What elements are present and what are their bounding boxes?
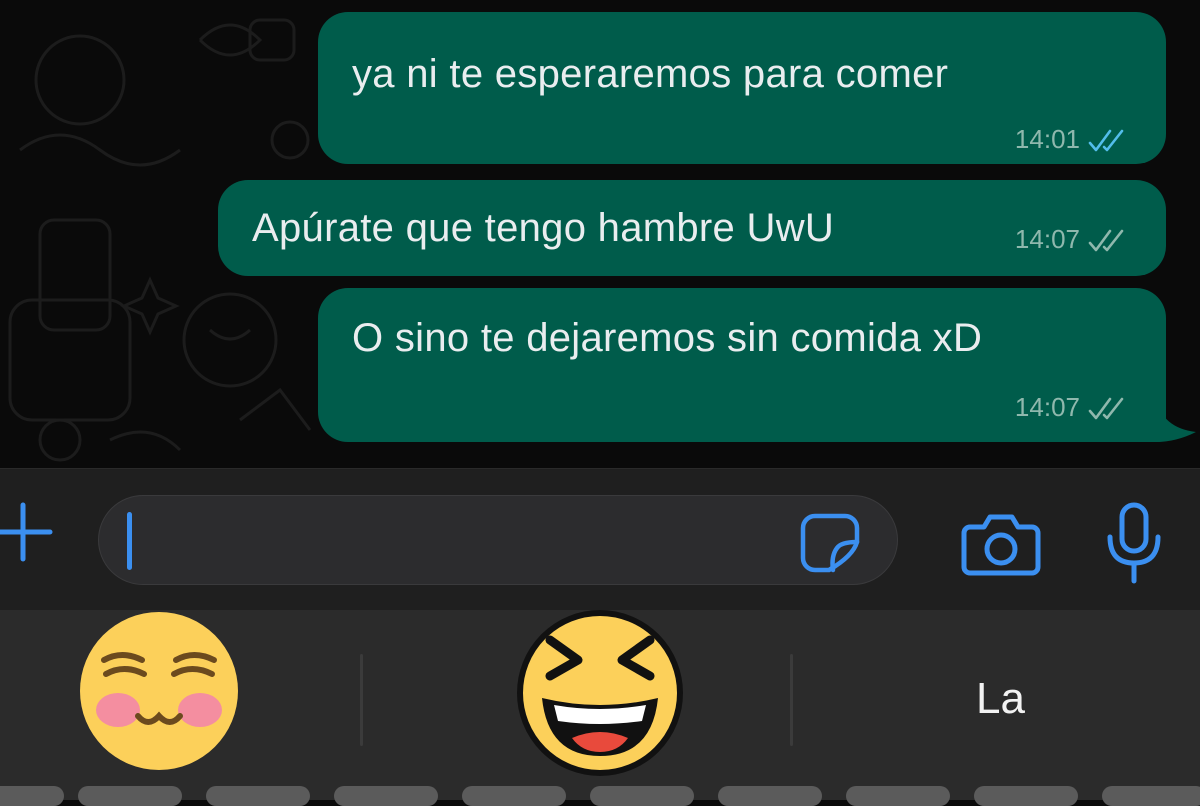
message-composer-bar <box>0 468 1200 611</box>
keyboard-key[interactable] <box>78 786 182 806</box>
message-text: O sino te dejaremos sin comida xD <box>352 316 983 360</box>
keyboard-key[interactable] <box>206 786 310 806</box>
message-bubble[interactable]: ya ni te esperaremos para comer 14:01 <box>318 12 1166 164</box>
word-suggestion[interactable]: La <box>976 674 1025 724</box>
double-check-read-icon <box>1088 127 1130 153</box>
camera-icon[interactable] <box>960 511 1042 577</box>
message-input-field[interactable] <box>98 495 898 585</box>
keyboard-key[interactable] <box>718 786 822 806</box>
message-meta: 14:01 <box>1015 124 1130 155</box>
keyboard-key[interactable] <box>0 786 64 806</box>
message-bubble[interactable]: Apúrate que tengo hambre UwU 14:07 <box>218 180 1166 276</box>
message-input[interactable] <box>123 506 767 576</box>
text-caret <box>127 512 132 570</box>
message-text: Apúrate que tengo hambre UwU <box>252 206 835 250</box>
keyboard-suggestion-bar: La <box>0 610 1200 806</box>
bubble-tail <box>1156 398 1196 442</box>
double-check-delivered-icon <box>1088 395 1130 421</box>
chat-area: ya ni te esperaremos para comer 14:01 Ap… <box>0 0 1200 468</box>
message-time: 14:01 <box>1014 124 1080 154</box>
keyboard-key[interactable] <box>462 786 566 806</box>
keyboard-key[interactable] <box>974 786 1078 806</box>
suggestion-divider <box>790 654 793 746</box>
plus-icon[interactable] <box>0 497 58 567</box>
sticker-icon[interactable] <box>799 512 861 574</box>
double-check-delivered-icon <box>1088 227 1130 253</box>
message-bubble[interactable]: O sino te dejaremos sin comida xD 14:07 <box>318 288 1166 442</box>
message-text: ya ni te esperaremos para comer <box>352 52 949 96</box>
message-meta: 14:07 <box>1015 224 1130 255</box>
microphone-icon[interactable] <box>1104 501 1164 585</box>
keyboard-key[interactable] <box>846 786 950 806</box>
grinning-squinting-face-emoji[interactable] <box>512 610 688 776</box>
keyboard-key[interactable] <box>1102 786 1200 806</box>
smiling-face-with-closed-eyes-and-blush-emoji[interactable] <box>78 610 240 772</box>
message-meta: 14:07 <box>1015 392 1130 423</box>
keyboard-key[interactable] <box>590 786 694 806</box>
suggestion-divider <box>360 654 363 746</box>
keyboard-keys-row <box>0 786 1200 806</box>
message-time: 14:07 <box>1014 224 1080 254</box>
keyboard-key[interactable] <box>334 786 438 806</box>
message-time: 14:07 <box>1014 392 1080 422</box>
